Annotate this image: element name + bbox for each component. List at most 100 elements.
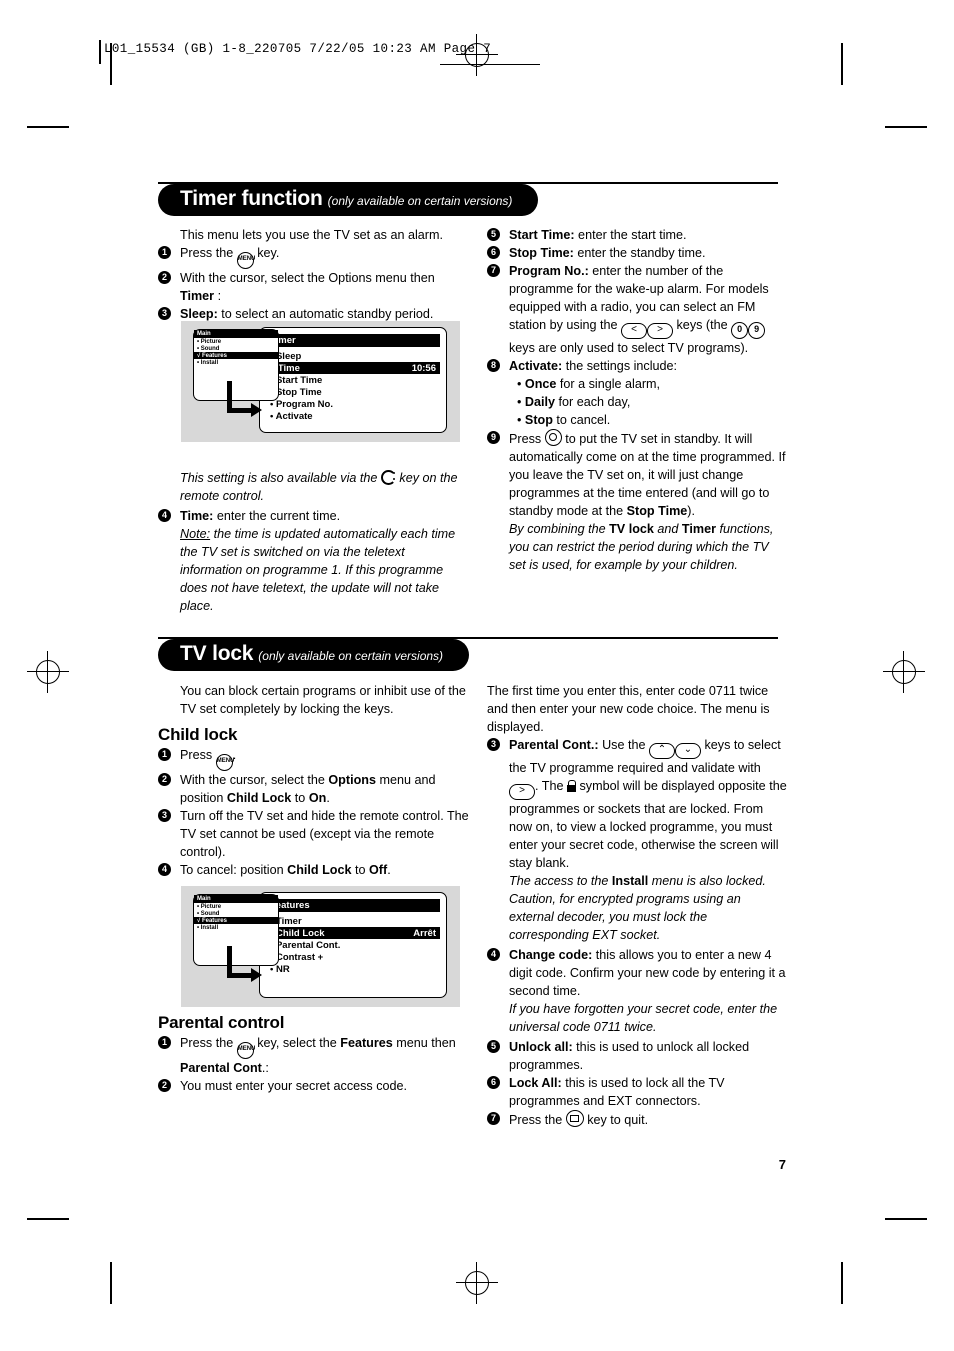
timer-right-column: 5 Start Time: enter the start time. 6 Stop…	[487, 226, 787, 574]
osd-left-item: • Install	[197, 359, 219, 366]
osd-item: • Timer	[266, 915, 440, 927]
timer-osd-illustration: Timer • Sleep √ Time 10:56 • Start Time •…	[181, 321, 460, 442]
step-text-post: Turn off the TV set and hide the remote …	[180, 809, 469, 859]
tv-key-icon	[565, 1110, 584, 1127]
closing-part-2: and	[653, 522, 682, 536]
closing-bold-tvlock: TV lock	[609, 522, 654, 536]
osd-item: • Activate	[266, 410, 440, 422]
digit-nine-key-icon: 9	[748, 322, 766, 339]
step-number: 1	[158, 1036, 171, 1049]
digit-zero-key-icon: 0	[731, 322, 749, 339]
step-text-bold: Program No.:	[509, 264, 589, 278]
timer-step-1: 1 Press the MENU key.	[158, 244, 470, 269]
menu-key-icon: MENU	[236, 252, 255, 269]
osd-item-label: • Parental Cont.	[270, 939, 341, 951]
stop-time-bold: Stop Time	[626, 504, 688, 518]
tvlock-install-note: The access to the Install menu is also l…	[509, 872, 787, 944]
tvlock-section-subtitle: (only available on certain versions)	[258, 649, 444, 663]
tvlock-right-column: The first time you enter this, enter cod…	[487, 682, 787, 1129]
step-text-pre: Press the	[509, 1113, 566, 1127]
parental-tail-b: . The	[535, 779, 567, 793]
timer-remote-note: This setting is also available via the k…	[180, 469, 470, 505]
step-text-post: to	[351, 863, 369, 877]
manual-page: L01_15534 (GB) 1-8_220705 7/22/05 10:23 …	[0, 0, 954, 1351]
tvlock-step-7: 7 Press the key to quit.	[487, 1110, 787, 1129]
step-text-bold: Activate:	[509, 359, 563, 373]
registration-mark-left	[27, 651, 69, 693]
osd-left-header: Main	[194, 330, 278, 338]
tvlock-left-column-2: Parental control 1 Press the MENU key, se…	[158, 1014, 470, 1095]
timer-closing-note: By combining the TV lock and Timer funct…	[509, 520, 787, 574]
timer-step-4: 4 Time: enter the current time.	[158, 507, 470, 525]
step-text-post: enter the start time.	[574, 228, 687, 242]
option-label: Stop	[524, 413, 553, 427]
step-text-bold: Change code:	[509, 948, 593, 962]
osd-left-item: • Picture	[197, 338, 222, 345]
osd-left-panel: Main • Picture • Sound √ Features • Inst…	[193, 894, 279, 966]
step-number: 8	[487, 359, 500, 372]
osd-item: • Stop Time	[266, 386, 440, 398]
timer-step-9: 9 Press to put the TV set in standby. It …	[487, 429, 787, 520]
cursor-right-key-icon: >	[509, 784, 535, 800]
padlock-icon	[566, 780, 577, 792]
step-bold-parentalcont: Parental Cont	[180, 1061, 262, 1075]
timer-lead-text: This menu lets you use the TV set as an …	[180, 228, 443, 242]
activate-option-stop: • Stop to cancel.	[517, 413, 611, 427]
osd-item: • NR	[266, 963, 440, 975]
osd-item-label: • Activate	[270, 410, 313, 422]
step-number: 2	[158, 773, 171, 786]
step-text-bold: Timer	[180, 289, 215, 303]
step-text-post: Use the	[598, 738, 649, 752]
childlock-step-2: 2 With the cursor, select the Options men…	[158, 771, 470, 807]
timer-step-8: 8 Activate: the settings include:	[487, 357, 787, 375]
step-number: 3	[487, 738, 500, 751]
osd-item-selected: √ Time 10:56	[266, 362, 440, 374]
childlock-step-3: 3 Turn off the TV set and hide the remote…	[158, 807, 470, 861]
step-text-post: to select an automatic standby period.	[217, 307, 434, 321]
osd-left-header: Main	[194, 895, 278, 903]
tvlock-step-6: 6 Lock All: this is used to lock all the …	[487, 1074, 787, 1110]
step-text-pre: To cancel: position	[180, 863, 288, 877]
step-number: 4	[158, 509, 171, 522]
step-number: 5	[487, 1040, 500, 1053]
option-rest: to cancel.	[552, 413, 611, 427]
step-text-bold: Start Time:	[509, 228, 575, 242]
step-text-post3: .	[326, 791, 330, 805]
slug-underline	[440, 64, 540, 65]
cursor-left-key-icon: <	[621, 323, 648, 339]
osd-left-item-selected: √ Features	[194, 352, 278, 359]
step-bold-off: Off	[369, 863, 388, 877]
step-text-pre: With the cursor, select the Options menu…	[180, 271, 435, 285]
step-bold-options: Options	[328, 773, 376, 787]
tvlock-step-3: 3 Parental Cont.: Use the ⌃ ⌄ keys to sele…	[487, 736, 787, 872]
child-lock-heading: Child lock	[158, 725, 238, 744]
step-text-bold: Time:	[180, 509, 214, 523]
timer-section-title: Timer function	[180, 187, 323, 210]
closing-bold-timer: Timer	[681, 522, 716, 536]
step-number: 3	[158, 809, 171, 822]
print-slug: L01_15534 (GB) 1-8_220705 7/22/05 10:23 …	[104, 42, 492, 56]
step-text-pre: Press	[509, 432, 545, 446]
step-number: 2	[158, 1079, 171, 1092]
step-number: 1	[158, 246, 171, 259]
timer-teletext-note: Note: the time is updated automatically …	[180, 525, 470, 615]
osd-item: • Parental Cont.	[266, 939, 440, 951]
step-text-pre: Press	[180, 748, 216, 762]
crop-mark-top-left	[27, 126, 69, 128]
install-note-pre: The access to the	[509, 874, 612, 888]
step-number: 3	[158, 307, 171, 320]
registration-mark-bottom	[456, 1262, 498, 1304]
page-number: 7	[778, 1157, 786, 1172]
parental-step-1: 1 Press the MENU key, select the Features…	[158, 1034, 470, 1077]
slug-rule	[99, 40, 101, 64]
activate-option-daily: • Daily for each day,	[517, 395, 631, 409]
clock-key-icon	[380, 470, 396, 485]
step-number: 4	[487, 948, 500, 961]
cursor-down-key-icon: ⌄	[674, 743, 701, 759]
timer-step-7: 7 Program No.: enter the number of the pr…	[487, 262, 787, 357]
childlock-step-1: 1 Press MENU.	[158, 746, 470, 771]
step-text-post: You must enter your secret access code.	[180, 1079, 408, 1093]
cursor-right-key-icon: >	[647, 323, 674, 339]
osd-right-header: Features	[266, 899, 440, 912]
step-text-pre: With the cursor, select the	[180, 773, 329, 787]
